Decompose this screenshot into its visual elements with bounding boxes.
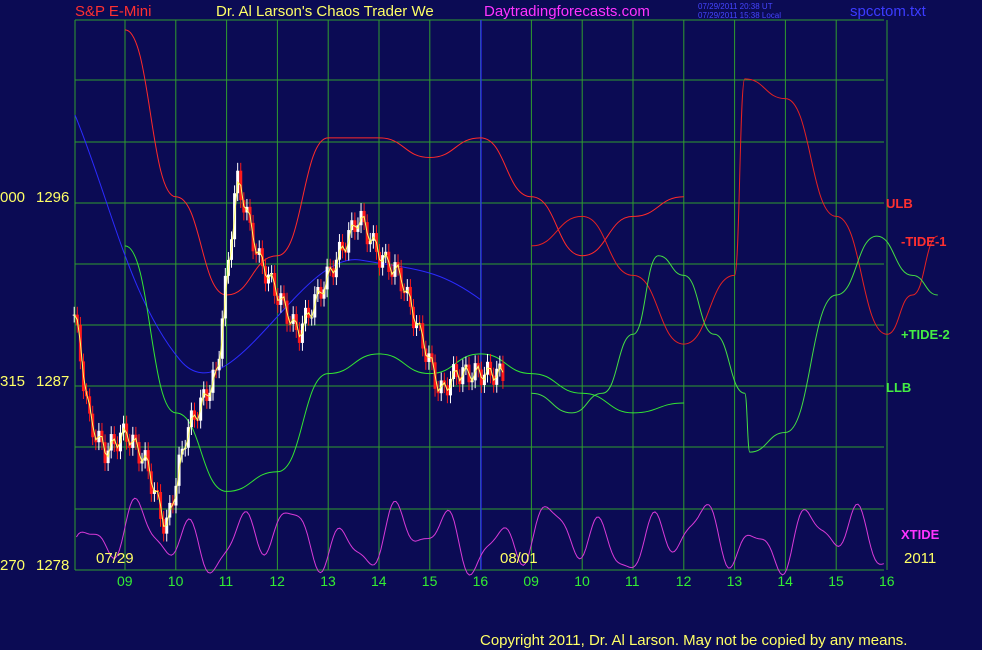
y-tick-0: 1296 xyxy=(36,189,69,206)
x-tick-12: 13 xyxy=(727,573,743,589)
x-tick-0: 09 xyxy=(117,573,133,589)
x-tick-2: 11 xyxy=(219,573,234,589)
y-tick-left-0: 000 xyxy=(0,189,25,206)
x-tick-3: 12 xyxy=(269,573,285,589)
x-tick-13: 14 xyxy=(777,573,793,589)
x-tick-15: 16 xyxy=(879,573,895,589)
x-tick-10: 11 xyxy=(625,573,640,589)
y-tick-2: 1278 xyxy=(36,557,69,574)
x-tick-8: 09 xyxy=(523,573,539,589)
y-tick-left-2: 270 xyxy=(0,557,25,574)
date-label-1: 08/01 xyxy=(500,550,538,567)
site-name: Daytradingforecasts.com xyxy=(484,3,650,20)
x-tick-11: 12 xyxy=(676,573,692,589)
legend-llb: LLB xyxy=(886,380,911,395)
legend-tide-plus-2: +TIDE-2 xyxy=(901,327,950,342)
legend-xtide: XTIDE xyxy=(901,527,940,542)
x-tick-7: 16 xyxy=(473,573,489,589)
timestamp-local: 07/29/2011 15:38 Local xyxy=(698,11,781,20)
chart-title: Dr. Al Larson's Chaos Trader We xyxy=(216,3,434,20)
data-filename: spcctom.txt xyxy=(850,3,927,20)
y-tick-1: 1287 xyxy=(36,373,69,390)
instrument-title: S&P E-Mini xyxy=(75,3,151,20)
x-tick-14: 15 xyxy=(828,573,844,589)
y-tick-left-1: 315 xyxy=(0,373,25,390)
chart-canvas: S&P E-Mini Dr. Al Larson's Chaos Trader … xyxy=(0,0,982,650)
year-label: 2011 xyxy=(904,550,936,567)
x-tick-1: 10 xyxy=(168,573,184,589)
copyright: Copyright 2011, Dr. Al Larson. May not b… xyxy=(480,632,907,649)
x-tick-9: 10 xyxy=(574,573,590,589)
timestamp-ut: 07/29/2011 20:38 UT xyxy=(698,2,773,11)
x-tick-6: 15 xyxy=(422,573,438,589)
x-tick-5: 14 xyxy=(371,573,387,589)
date-label-0: 07/29 xyxy=(96,550,134,567)
legend-tide-minus-1: -TIDE-1 xyxy=(901,234,947,249)
legend-ulb: ULB xyxy=(886,196,913,211)
x-tick-4: 13 xyxy=(320,573,336,589)
